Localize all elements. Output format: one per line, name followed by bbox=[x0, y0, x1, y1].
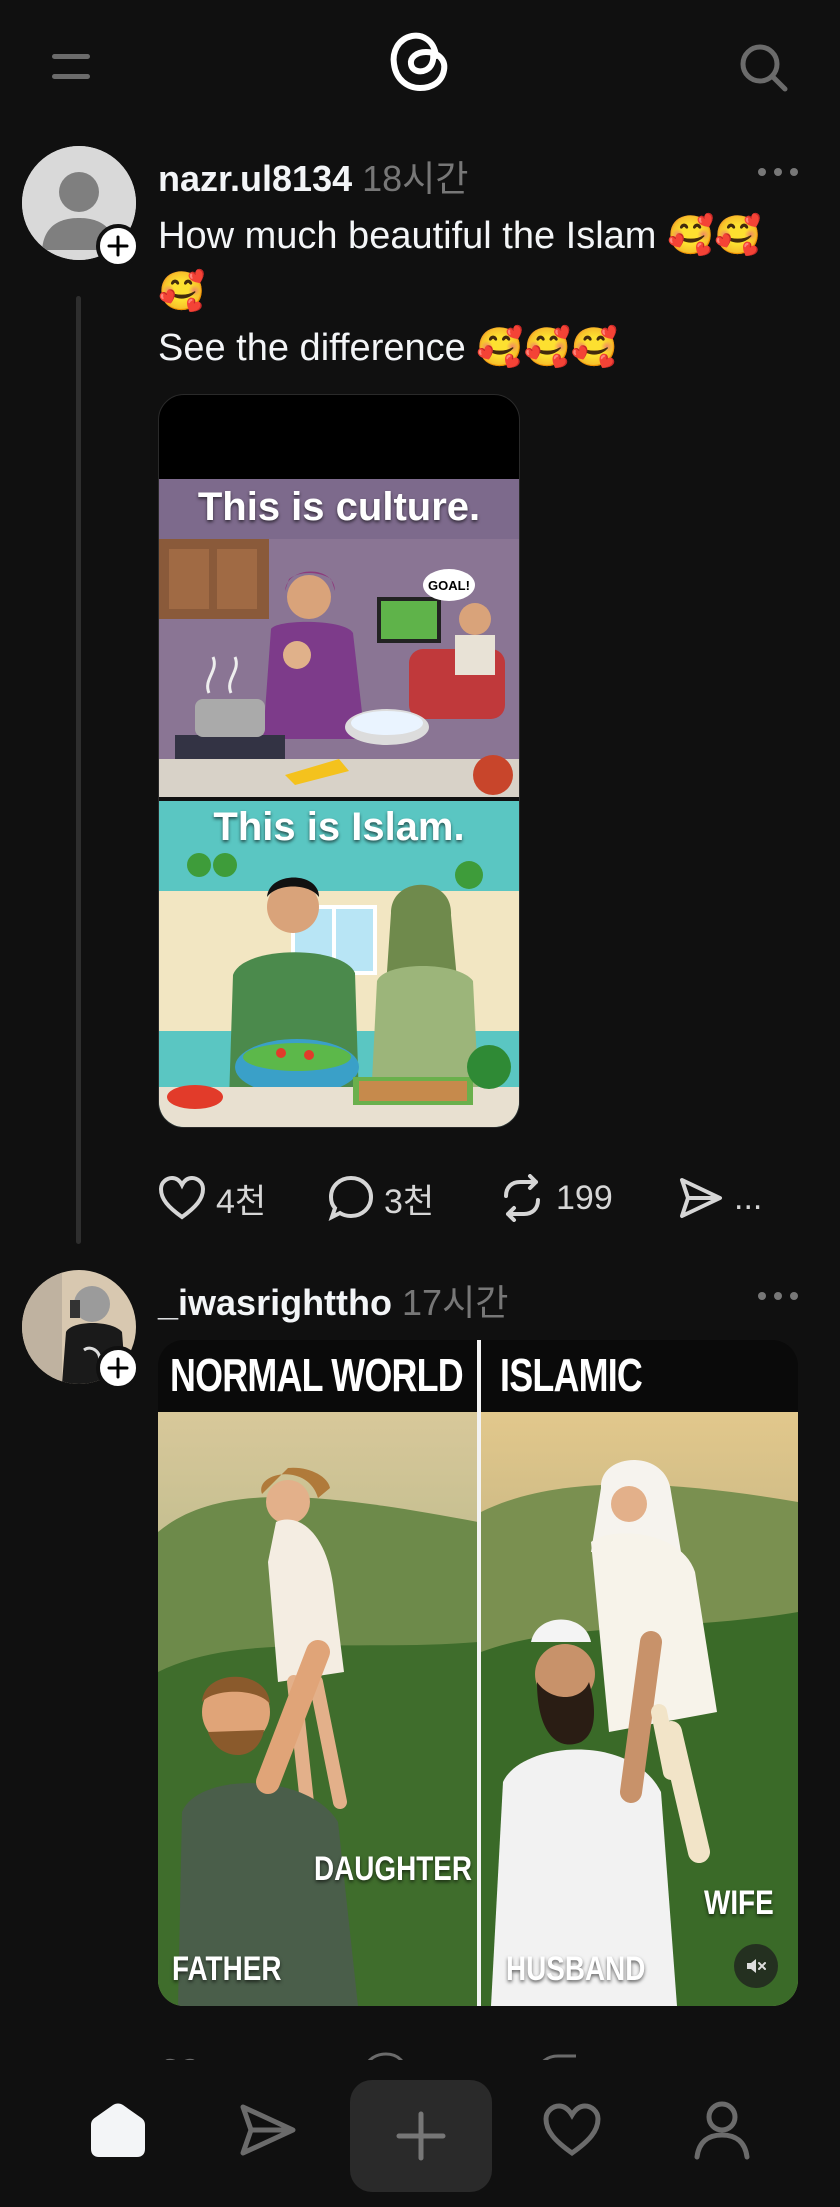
like-count: 4천 bbox=[216, 1182, 267, 1221]
post-time: 18시간 bbox=[362, 158, 469, 199]
nav-activity[interactable] bbox=[502, 2070, 642, 2190]
create-button[interactable] bbox=[350, 2080, 492, 2192]
username[interactable]: nazr.ul8134 18시간 bbox=[158, 150, 468, 202]
more-options-icon[interactable] bbox=[758, 1292, 798, 1302]
father-label: FATHER bbox=[172, 1950, 282, 1988]
nav-home[interactable] bbox=[48, 2070, 188, 2190]
search-icon[interactable] bbox=[738, 42, 790, 94]
left-header: NORMAL WORLD bbox=[170, 1349, 464, 1401]
reply-button[interactable]: 3천 bbox=[328, 1170, 434, 1226]
culture-panel-title: This is culture. bbox=[197, 485, 481, 529]
menu-icon[interactable] bbox=[52, 50, 92, 82]
post-time: 17시간 bbox=[402, 1282, 509, 1323]
speaker-muted-icon[interactable] bbox=[734, 1944, 778, 1988]
wife-label: WIFE bbox=[704, 1884, 774, 1922]
post-text-line: 🥰 bbox=[158, 271, 206, 313]
profile-icon bbox=[694, 2101, 750, 2160]
speech-bubble-text: GOAL! bbox=[428, 578, 470, 593]
threads-logo-icon[interactable] bbox=[386, 26, 454, 96]
follow-plus-icon[interactable] bbox=[96, 224, 140, 268]
send-icon bbox=[240, 2104, 296, 2156]
top-bar bbox=[0, 0, 840, 130]
like-button[interactable]: 4천 bbox=[158, 1170, 266, 1226]
reply-count: 3천 bbox=[384, 1182, 435, 1221]
share-button[interactable]: ... bbox=[678, 1170, 762, 1226]
nav-profile[interactable] bbox=[652, 2070, 792, 2190]
post-image[interactable]: GOAL! This is culture. This is Islam. bbox=[158, 394, 520, 1128]
repost-icon bbox=[504, 1174, 540, 1222]
share-count: ... bbox=[734, 1178, 763, 1217]
post-video[interactable]: NORMAL WORLD ISLAMIC WORLD bbox=[158, 1340, 798, 2006]
post-text-line: See the difference 🥰🥰🥰 bbox=[158, 327, 619, 369]
send-icon bbox=[680, 1178, 722, 1218]
home-icon bbox=[91, 2103, 145, 2157]
post-actions-partial bbox=[158, 2040, 798, 2060]
post-text-line: How much beautiful the Islam 🥰🥰 bbox=[158, 215, 762, 257]
post-text: How much beautiful the Islam 🥰🥰 🥰 See th… bbox=[158, 208, 798, 376]
left-scene-image bbox=[158, 1412, 478, 2006]
repost-button[interactable]: 199 bbox=[498, 1170, 613, 1226]
heart-icon bbox=[543, 2103, 601, 2157]
thread-line bbox=[76, 296, 81, 1244]
husband-label: HUSBAND bbox=[506, 1950, 646, 1988]
nav-messages[interactable] bbox=[198, 2070, 338, 2190]
username[interactable]: _iwasrighttho 17시간 bbox=[158, 1274, 508, 1326]
comment-icon bbox=[328, 1175, 374, 1221]
bottom-navigation bbox=[0, 2060, 840, 2207]
follow-plus-icon[interactable] bbox=[96, 1346, 140, 1390]
heart-icon bbox=[158, 1175, 206, 1220]
repost-count: 199 bbox=[556, 1178, 613, 1217]
daughter-label: DAUGHTER bbox=[314, 1850, 472, 1888]
islam-panel-title: This is Islam. bbox=[213, 805, 465, 849]
plus-icon bbox=[396, 2111, 446, 2161]
more-options-icon[interactable] bbox=[758, 168, 798, 178]
